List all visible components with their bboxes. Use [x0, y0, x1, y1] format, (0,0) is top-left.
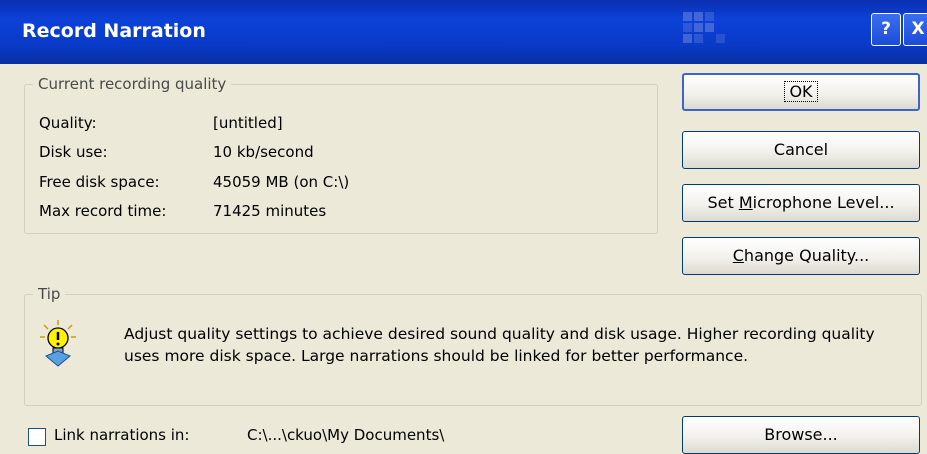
- link-narrations-checkbox[interactable]: [28, 428, 46, 446]
- change-quality-label: hange Quality...: [743, 246, 870, 265]
- browse-button[interactable]: Browse...: [682, 416, 920, 454]
- set-microphone-level-button[interactable]: Set Microphone Level...: [682, 184, 920, 222]
- window-title: Record Narration: [22, 20, 206, 42]
- free-disk-space-label: Free disk space:: [39, 173, 160, 191]
- quality-label: Quality:: [39, 114, 97, 132]
- lightbulb-tip-icon: [40, 320, 76, 367]
- set-microphone-level-label-post: icrophone Level...: [752, 193, 895, 212]
- quality-value: [untitled]: [213, 114, 283, 132]
- recording-quality-legend: Current recording quality: [33, 75, 232, 93]
- free-disk-space-value: 45059 MB (on C:\): [213, 173, 350, 191]
- close-button[interactable]: X: [903, 13, 927, 46]
- cancel-button[interactable]: Cancel: [682, 131, 920, 169]
- disk-use-value: 10 kb/second: [213, 143, 314, 161]
- change-quality-accesskey: C: [732, 246, 744, 265]
- link-narrations-path: C:\...\ckuo\My Documents\: [247, 426, 445, 444]
- title-bar-decoration: [683, 12, 735, 52]
- ok-button[interactable]: OK: [682, 73, 920, 111]
- tip-legend: Tip: [33, 285, 66, 303]
- max-record-time-label: Max record time:: [39, 202, 167, 220]
- ok-button-label: OK: [784, 81, 818, 102]
- tip-text: Adjust quality settings to achieve desir…: [124, 325, 875, 365]
- set-microphone-level-accesskey: M: [738, 193, 753, 212]
- set-microphone-level-label-pre: Set: [707, 193, 739, 212]
- disk-use-label: Disk use:: [39, 143, 108, 161]
- help-button[interactable]: ?: [871, 13, 901, 46]
- change-quality-button[interactable]: Change Quality...: [682, 237, 920, 275]
- link-narrations-label: Link narrations in:: [54, 426, 190, 444]
- max-record-time-value: 71425 minutes: [213, 202, 327, 220]
- title-bar: Record Narration ? X: [0, 0, 927, 64]
